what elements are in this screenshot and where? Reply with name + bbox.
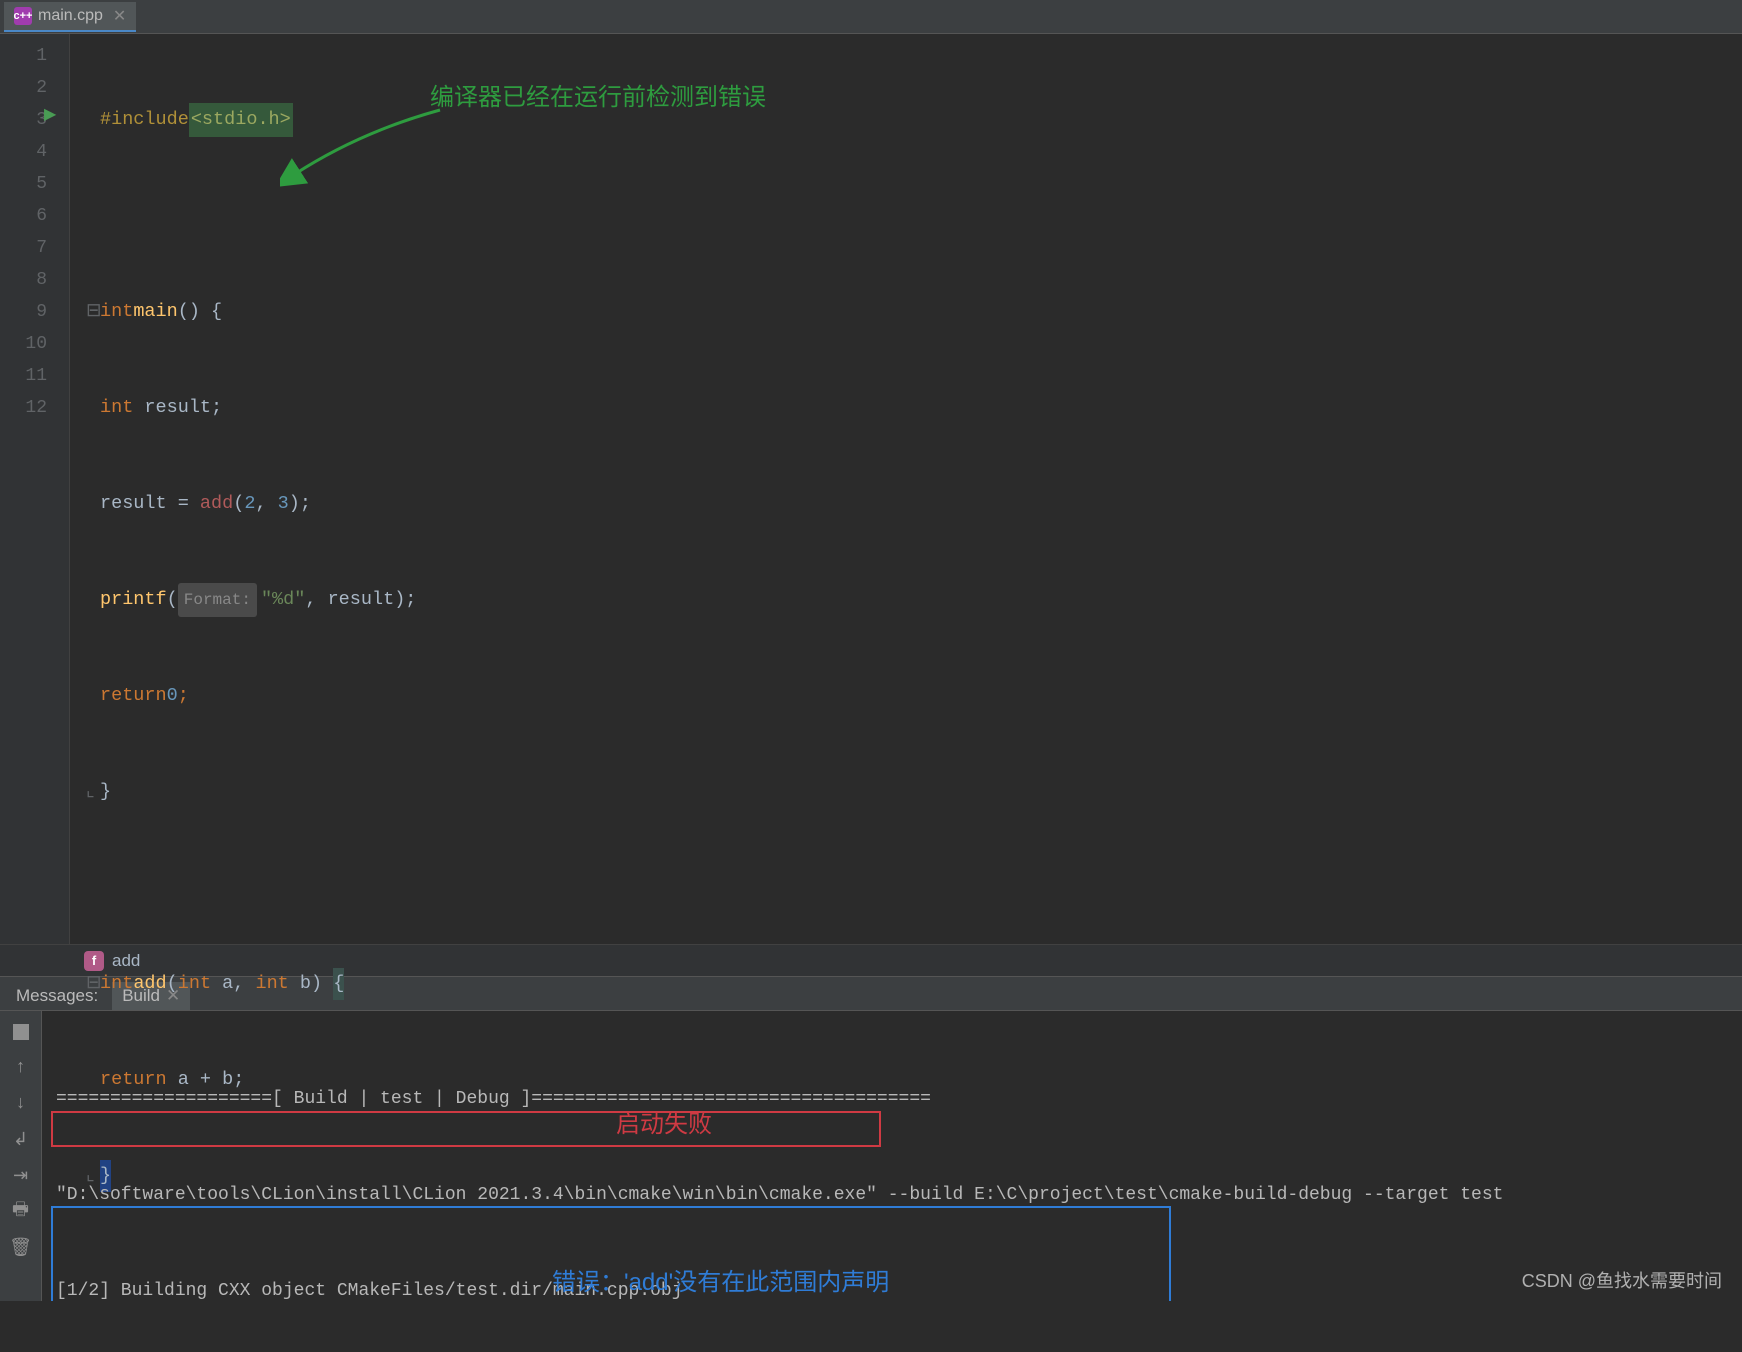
build-output[interactable]: ====================[ Build | test | Deb… — [42, 1011, 1742, 1301]
code-token: ; — [178, 680, 189, 712]
code-token: , — [255, 488, 277, 520]
code-token: int — [100, 392, 133, 424]
code-token: ( — [167, 584, 178, 616]
code-token: int — [255, 968, 288, 1000]
code-token: result = — [100, 488, 200, 520]
code-token: printf — [100, 584, 167, 616]
code-area[interactable]: #include <stdio.h> ⊟int main() { int res… — [70, 34, 1742, 944]
code-token: <stdio.h> — [189, 103, 293, 137]
bottom-panel: Messages: Build ✕ ↑ ↓ ↲ ⇥ 🖶 🗑 ==========… — [0, 976, 1742, 1301]
line-number: 8 — [0, 264, 69, 296]
close-tab-icon[interactable]: ✕ — [113, 6, 126, 26]
line-number: 10 — [0, 328, 69, 360]
code-token: add — [200, 488, 233, 520]
up-button[interactable]: ↑ — [10, 1057, 32, 1079]
build-line: [1/2] Building CXX object CMakeFiles/tes… — [56, 1275, 1728, 1301]
code-token: 2 — [244, 488, 255, 520]
stop-build-button[interactable] — [10, 1021, 32, 1043]
editor-area: 1 2 3 4 5 6 7 8 9 10 11 12 ▶ #include <s… — [0, 34, 1742, 944]
annotation-compiler-detected: 编译器已经在运行前检测到错误 — [430, 82, 766, 114]
code-token: int — [100, 968, 133, 1000]
wrap-toggle-button[interactable]: ↲ — [10, 1129, 32, 1151]
code-token: a, — [211, 968, 255, 1000]
line-number: 9 — [0, 296, 69, 328]
down-button[interactable]: ↓ — [10, 1093, 32, 1115]
cpp-file-icon: c++ — [14, 7, 32, 25]
code-token: ( — [167, 968, 178, 1000]
file-tab-main-cpp[interactable]: c++ main.cpp ✕ — [4, 2, 136, 32]
build-body: ↑ ↓ ↲ ⇥ 🖶 🗑 ====================[ Build … — [0, 1011, 1742, 1301]
print-button[interactable]: 🖶 — [10, 1201, 32, 1223]
code-token: () { — [178, 296, 222, 328]
tab-filename: main.cpp — [38, 7, 103, 25]
run-gutter-icon[interactable]: ▶ — [44, 104, 56, 124]
tool-column: ↑ ↓ ↲ ⇥ 🖶 🗑 — [0, 1011, 42, 1301]
code-token: ); — [289, 488, 311, 520]
code-token: int — [100, 296, 133, 328]
tab-bar: c++ main.cpp ✕ — [0, 0, 1742, 34]
line-number: 2 — [0, 72, 69, 104]
code-token: main — [133, 296, 177, 328]
line-number: 11 — [0, 360, 69, 392]
line-number: 1 — [0, 40, 69, 72]
code-token: result; — [133, 392, 222, 424]
code-token: add — [133, 968, 166, 1000]
line-number: 3 — [0, 104, 69, 136]
build-line: ====================[ Build | test | Deb… — [56, 1083, 1728, 1115]
code-token: 0 — [167, 680, 178, 712]
line-number: 5 — [0, 168, 69, 200]
settings-button[interactable]: ⇥ — [10, 1165, 32, 1187]
line-number: 7 — [0, 232, 69, 264]
code-token: , result); — [305, 584, 416, 616]
line-number: 6 — [0, 200, 69, 232]
annotation-blue-label: 错误：'add'没有在此范围内声明 — [552, 1267, 889, 1299]
line-number: 12 — [0, 392, 69, 424]
watermark: CSDN @鱼找水需要时间 — [1522, 1267, 1722, 1293]
code-token: return — [100, 680, 167, 712]
code-token: 3 — [278, 488, 289, 520]
code-token: int — [178, 968, 211, 1000]
code-token: "%d" — [261, 584, 305, 616]
line-number: 4 — [0, 136, 69, 168]
gutter: 1 2 3 4 5 6 7 8 9 10 11 12 ▶ — [0, 34, 70, 944]
annotation-red-box — [51, 1111, 881, 1147]
code-token: b) — [289, 968, 333, 1000]
code-token: ( — [233, 488, 244, 520]
code-token: { — [333, 968, 344, 1000]
annotation-red-label: 启动失败 — [616, 1109, 712, 1141]
inlay-hint: Format: — [178, 583, 257, 617]
trash-button[interactable]: 🗑 — [10, 1237, 32, 1259]
code-token: #include — [100, 104, 189, 136]
code-token: } — [100, 776, 111, 808]
build-line: "D:\software\tools\CLion\install\CLion 2… — [56, 1179, 1728, 1211]
